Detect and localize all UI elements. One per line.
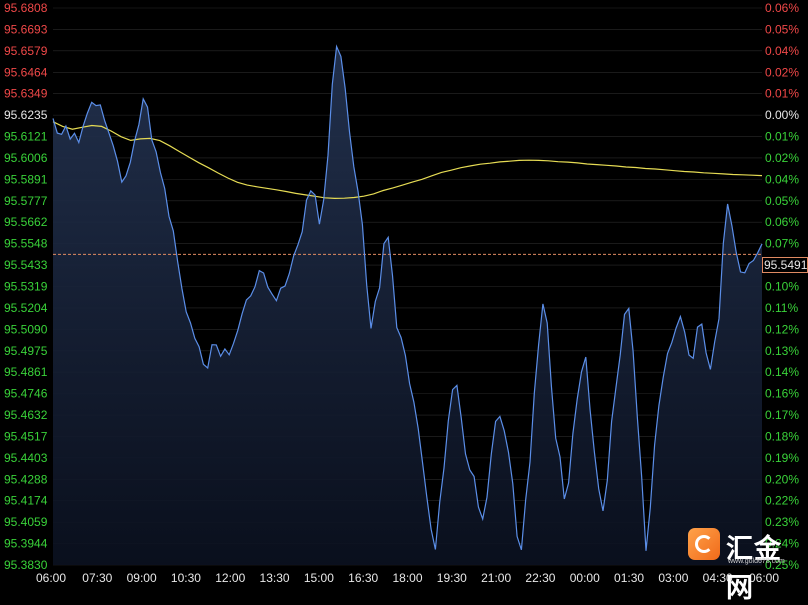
right-axis-tick: 0.10%: [765, 280, 799, 294]
left-axis-tick: 95.4632: [4, 408, 48, 422]
left-axis-tick: 95.6579: [4, 44, 48, 58]
right-axis-tick: 0.11%: [765, 301, 798, 315]
right-axis-tick: 0.02%: [765, 65, 799, 79]
x-axis-tick: 21:00: [481, 571, 511, 585]
left-axis-tick: 95.6235: [4, 108, 48, 122]
left-axis-tick: 95.5204: [4, 301, 48, 315]
x-axis: 06:00 07:30 09:00 10:30 12:00 13:30 15:00 16:30…: [36, 571, 779, 585]
x-axis-tick: 13:30: [260, 571, 290, 585]
left-axis-tick: 95.5777: [4, 194, 48, 208]
left-axis-tick: 95.4746: [4, 387, 48, 401]
left-axis-tick: 95.3944: [4, 537, 48, 551]
right-axis-tick: 0.01%: [765, 130, 799, 144]
x-axis-tick: 01:30: [614, 571, 644, 585]
right-axis-tick: 0.02%: [765, 151, 799, 165]
left-axis-tick: 95.4059: [4, 515, 48, 529]
right-axis-tick: 0.00%: [765, 108, 799, 122]
x-axis-tick: 09:00: [127, 571, 157, 585]
left-axis-tick: 95.6349: [4, 87, 48, 101]
x-axis-tick: 16:30: [348, 571, 378, 585]
right-axis-tick: 0.06%: [765, 1, 799, 15]
right-axis-tick: 0.12%: [765, 322, 799, 336]
right-axis-tick: 0.18%: [765, 429, 799, 443]
right-axis-tick: 0.13%: [765, 344, 799, 358]
price-chart: 95.6808 95.6693 95.6579 95.6464 95.6349 95.62…: [0, 0, 808, 587]
left-axis-tick: 95.4288: [4, 472, 48, 486]
left-axis-tick: 95.3830: [4, 558, 48, 572]
left-axis-tick: 95.4861: [4, 365, 48, 379]
left-axis-tick: 95.6693: [4, 22, 48, 36]
brand-url: www.gold678.com: [728, 558, 785, 565]
left-axis-tick: 95.5433: [4, 258, 48, 272]
x-axis-tick: 06:00: [36, 571, 66, 585]
left-axis-tick: 95.5548: [4, 237, 48, 251]
right-axis-tick: 0.04%: [765, 172, 799, 186]
x-axis-tick: 19:30: [437, 571, 467, 585]
brand-logo: 汇金网 www.gold678.com: [688, 524, 800, 604]
x-axis-tick: 10:30: [171, 571, 201, 585]
left-axis-tick: 95.6006: [4, 151, 48, 165]
left-axis-tick: 95.5662: [4, 215, 48, 229]
x-axis-tick: 18:00: [392, 571, 422, 585]
left-axis-tick: 95.4174: [4, 494, 48, 508]
right-axis-tick: 0.20%: [765, 472, 799, 486]
brand-logo-icon: [688, 528, 720, 560]
x-axis-tick: 15:00: [304, 571, 334, 585]
right-axis-tick: 0.16%: [765, 387, 799, 401]
right-axis-tick: 0.06%: [765, 215, 799, 229]
left-axis-tick: 95.6121: [4, 130, 48, 144]
right-axis-tick: 0.17%: [765, 408, 799, 422]
x-axis-tick: 03:00: [658, 571, 688, 585]
right-axis-tick: 0.14%: [765, 365, 799, 379]
x-axis-tick: 07:30: [82, 571, 112, 585]
left-axis-tick: 95.6808: [4, 1, 48, 15]
left-axis-tick: 95.5319: [4, 280, 48, 294]
left-axis-tick: 95.6464: [4, 65, 48, 79]
x-axis-tick: 22:30: [525, 571, 555, 585]
right-axis-tick: 0.05%: [765, 22, 799, 36]
left-axis-tick: 95.5891: [4, 172, 48, 186]
left-axis-tick: 95.4403: [4, 451, 48, 465]
right-axis-tick: 0.01%: [765, 87, 799, 101]
x-axis-tick: 00:00: [570, 571, 600, 585]
x-axis-tick: 12:00: [215, 571, 245, 585]
left-axis-tick: 95.4975: [4, 344, 48, 358]
right-axis-tick: 0.05%: [765, 194, 799, 208]
left-axis-tick: 95.5090: [4, 322, 48, 336]
left-axis-tick: 95.4517: [4, 429, 48, 443]
right-axis-tick: 0.04%: [765, 44, 799, 58]
current-price-label: 95.5491: [762, 257, 808, 273]
right-axis-tick: 0.19%: [765, 451, 799, 465]
right-axis-tick: 0.07%: [765, 237, 799, 251]
right-axis-tick: 0.22%: [765, 494, 799, 508]
brand-name: 汇金网: [726, 534, 782, 604]
